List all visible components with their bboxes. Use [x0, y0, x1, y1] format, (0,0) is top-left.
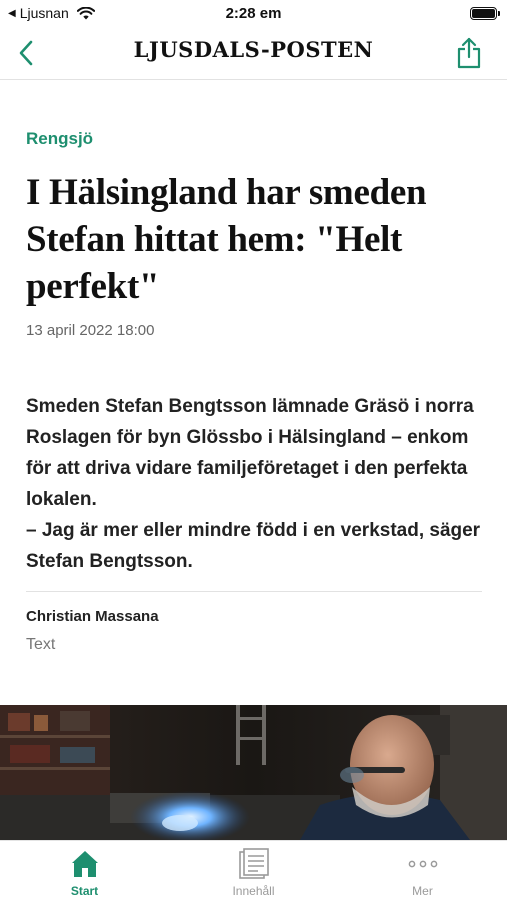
- section-tag[interactable]: Rengsjö: [26, 129, 482, 151]
- divider: [26, 591, 482, 592]
- article: Rengsjö I Hälsingland har smeden Stefan …: [26, 80, 482, 654]
- tab-label: Innehåll: [232, 884, 275, 898]
- article-lead: Smeden Stefan Bengtsson lämnade Gräsö i …: [26, 396, 481, 572]
- article-headline: I Hälsingland har smeden Stefan hittat h…: [26, 172, 427, 307]
- battery-icon: [470, 7, 500, 20]
- article-hero-image[interactable]: [0, 705, 507, 840]
- tab-bar: Start Innehåll Mer: [0, 840, 507, 900]
- tab-mer[interactable]: Mer: [338, 841, 507, 900]
- navigation-bar: LJUSDALS-POSTEN: [0, 28, 507, 80]
- author-role: Text: [26, 636, 56, 653]
- status-time: 2:28 em: [225, 5, 282, 22]
- status-bar: ◀ Ljusnan 2:28 em: [0, 0, 507, 28]
- document-icon: [238, 848, 269, 879]
- author-name[interactable]: Christian Massana: [26, 608, 482, 625]
- hero-photo-illustration: [0, 705, 507, 840]
- publish-date: 13 april 2022 18:00: [26, 322, 155, 339]
- tab-label: Mer: [412, 884, 433, 898]
- more-dots-icon: [408, 860, 437, 868]
- tab-start[interactable]: Start: [0, 841, 169, 900]
- publication-logo: LJUSDALS-POSTEN: [133, 37, 374, 62]
- tab-innehall[interactable]: Innehåll: [169, 841, 338, 900]
- share-button[interactable]: [455, 37, 483, 69]
- tab-label: Start: [70, 884, 99, 898]
- home-icon: [71, 851, 98, 877]
- share-icon: [457, 37, 481, 69]
